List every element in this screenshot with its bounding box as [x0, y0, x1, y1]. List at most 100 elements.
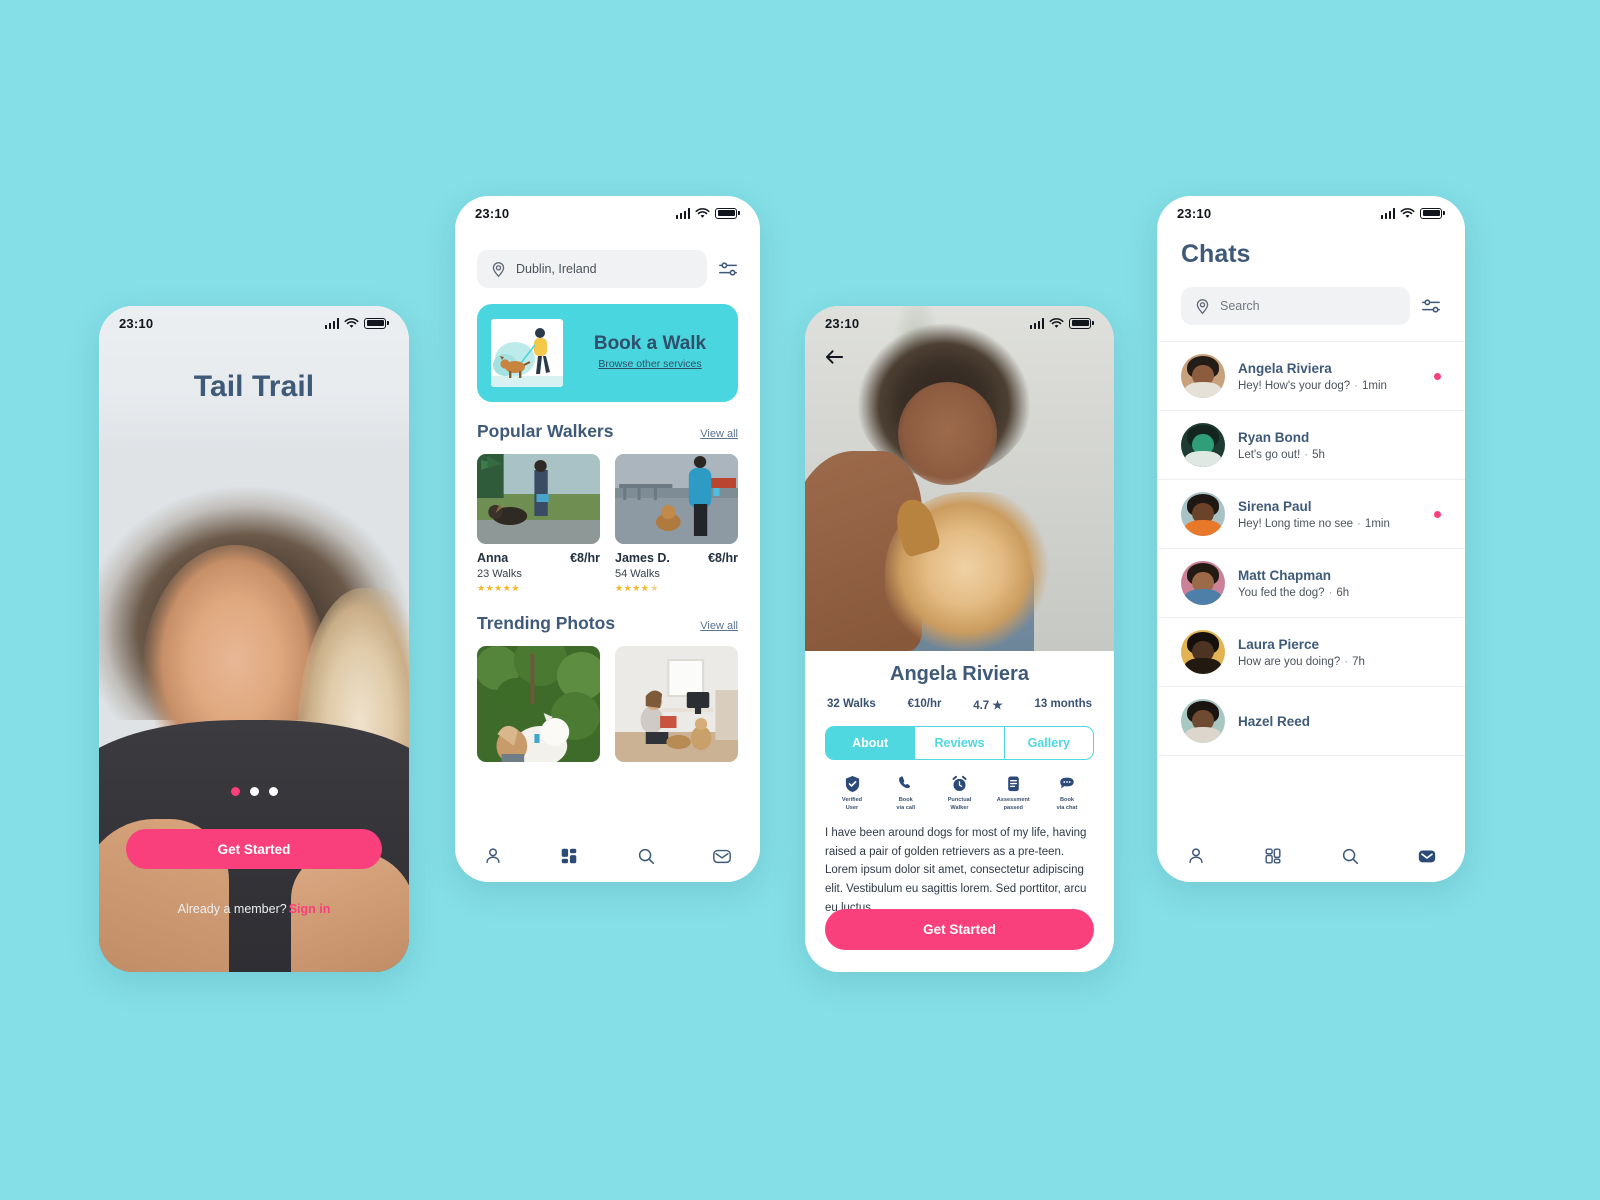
badge-assessment-passed: Assessment passed: [990, 774, 1036, 812]
get-started-button[interactable]: Get Started: [126, 829, 382, 869]
cellular-bars-icon: [1029, 317, 1045, 329]
badge-line2: passed: [1003, 804, 1023, 811]
cellular-bars-icon: [1380, 207, 1396, 219]
location-pin-icon: [1196, 298, 1209, 314]
walker-rating-stars: ★★★★★: [477, 583, 520, 593]
profile-tabs: About Reviews Gallery: [825, 726, 1094, 760]
tab-search[interactable]: [631, 843, 661, 869]
browse-services-link[interactable]: Browse other services: [598, 358, 701, 370]
view-all-photos-link[interactable]: View all: [700, 620, 738, 632]
avatar-matt: [1181, 561, 1225, 605]
badge-book-via-call: Book via call: [883, 774, 929, 812]
status-time: 23:10: [1177, 205, 1212, 221]
battery-icon: [1420, 207, 1445, 219]
alarm-clock-icon: [952, 775, 967, 791]
trending-photo-dog-forest[interactable]: [477, 646, 600, 762]
back-button[interactable]: [823, 346, 845, 368]
status-bar: 23:10: [455, 196, 760, 230]
pagination-dot[interactable]: [230, 787, 240, 796]
chat-list-item[interactable]: Matt Chapman You fed the dog? · 6h: [1157, 549, 1465, 618]
filter-sliders-icon[interactable]: [1421, 296, 1441, 316]
chat-name: Matt Chapman: [1238, 567, 1332, 583]
chat-name: Laura Pierce: [1238, 636, 1320, 652]
chat-list-item[interactable]: Sirena Paul Hey! Long time no see · 1min: [1157, 480, 1465, 549]
walker-name: James D.: [615, 551, 670, 565]
chat-preview: How are you doing?: [1238, 655, 1341, 668]
tab-reviews[interactable]: Reviews: [915, 727, 1005, 759]
avatar-ryan: [1181, 423, 1225, 467]
battery-icon: [715, 207, 740, 219]
chat-time: 6h: [1336, 586, 1350, 599]
profile-stats: 32 Walks €10/hr 4.7 ★ 13 months: [825, 698, 1094, 712]
tab-about[interactable]: About: [826, 727, 916, 759]
status-time: 23:10: [475, 205, 510, 221]
page-title: Chats: [1181, 240, 1251, 268]
chat-name: Sirena Paul: [1238, 498, 1312, 514]
chat-time: 7h: [1352, 655, 1365, 668]
status-time: 23:10: [825, 315, 860, 331]
phone-chats: 23:10 Chats Search Angela Riviera Hey! H…: [1157, 196, 1465, 882]
pagination-dot[interactable]: [249, 787, 259, 796]
mockup-canvas: 23:10 Tail Trail Get Started Already a m…: [0, 0, 1600, 1200]
search-placeholder: Search: [1220, 299, 1260, 313]
promo-title: Book a Walk: [593, 332, 707, 354]
location-input[interactable]: Dublin, Ireland: [477, 250, 707, 288]
location-search-row: Dublin, Ireland: [477, 250, 738, 288]
walker-name: Anna: [477, 551, 509, 565]
tab-profile[interactable]: [1181, 843, 1211, 869]
chat-preview: Let's go out!: [1238, 448, 1301, 461]
badge-line2: User: [845, 804, 859, 811]
walker-rating-stars: ★★★★★: [615, 583, 659, 593]
tab-gallery[interactable]: Gallery: [1005, 727, 1093, 759]
chat-preview: Hey! Long time no see: [1238, 517, 1354, 530]
signin-prompt-text: Already a member?: [177, 902, 287, 916]
tab-discover[interactable]: [554, 843, 584, 869]
profile-bio: I have been around dogs for most of my l…: [825, 827, 1087, 914]
shield-check-icon: [845, 775, 859, 793]
sign-in-link[interactable]: Sign in: [289, 902, 331, 916]
badge-line1: Book: [898, 797, 913, 803]
walker-card[interactable]: Anna €8/hr 23 Walks ★★★★★: [477, 454, 600, 594]
phone-icon: [899, 776, 911, 789]
document-icon: [1007, 776, 1019, 792]
walker-walks: 54 Walks: [615, 568, 660, 580]
chat-list-item[interactable]: Hazel Reed: [1157, 687, 1465, 756]
badge-punctual-walker: Punctual Walker: [937, 774, 983, 812]
chat-time: 1min: [1361, 379, 1387, 392]
dog-walker-illustration: [491, 319, 563, 387]
chat-list-item[interactable]: Angela Riviera Hey! How's your dog? · 1min: [1157, 342, 1465, 411]
promo-banner[interactable]: Book a Walk Browse other services: [477, 304, 738, 402]
search-input[interactable]: Search: [1181, 287, 1410, 325]
walker-card[interactable]: James D. €8/hr 54 Walks ★★★★ ★: [615, 454, 738, 594]
chat-list-item[interactable]: Laura Pierce How are you doing? · 7h: [1157, 618, 1465, 687]
avatar-sirena: [1181, 492, 1225, 536]
walker-price: €8/hr: [708, 551, 738, 565]
bottom-tab-bar: [455, 830, 760, 882]
walker-card-list: Anna €8/hr 23 Walks ★★★★★ James D. €8/hr…: [477, 454, 738, 594]
carousel-pagination[interactable]: [99, 787, 409, 796]
location-value: Dublin, Ireland: [516, 262, 597, 276]
tab-discover[interactable]: [1258, 843, 1288, 869]
stat-walks: 32 Walks: [827, 698, 876, 710]
chat-list: Angela Riviera Hey! How's your dog? · 1min: [1157, 341, 1465, 756]
get-started-button[interactable]: Get Started: [825, 909, 1094, 950]
trending-photo-woman-room[interactable]: [615, 646, 738, 762]
battery-icon: [364, 317, 389, 329]
tab-profile[interactable]: [478, 843, 508, 869]
chat-preview: Hey! How's your dog?: [1238, 379, 1351, 392]
wifi-icon: [1400, 207, 1415, 218]
view-all-walkers-link[interactable]: View all: [700, 428, 738, 440]
pagination-dot[interactable]: [268, 787, 278, 796]
envelope-icon: [1418, 850, 1435, 863]
arrow-left-icon: [825, 350, 843, 364]
badge-book-via-chat: Book via chat: [1044, 774, 1090, 812]
filter-sliders-icon[interactable]: [718, 259, 738, 279]
tab-messages[interactable]: [707, 843, 737, 869]
tab-messages[interactable]: [1412, 843, 1442, 869]
stat-tenure: 13 months: [1034, 698, 1092, 710]
grid-icon: [1264, 848, 1281, 864]
tab-search[interactable]: [1335, 843, 1365, 869]
chat-list-item[interactable]: Ryan Bond Let's go out! · 5h: [1157, 411, 1465, 480]
battery-icon: [1069, 317, 1094, 329]
badge-line2: Walker: [950, 804, 969, 811]
